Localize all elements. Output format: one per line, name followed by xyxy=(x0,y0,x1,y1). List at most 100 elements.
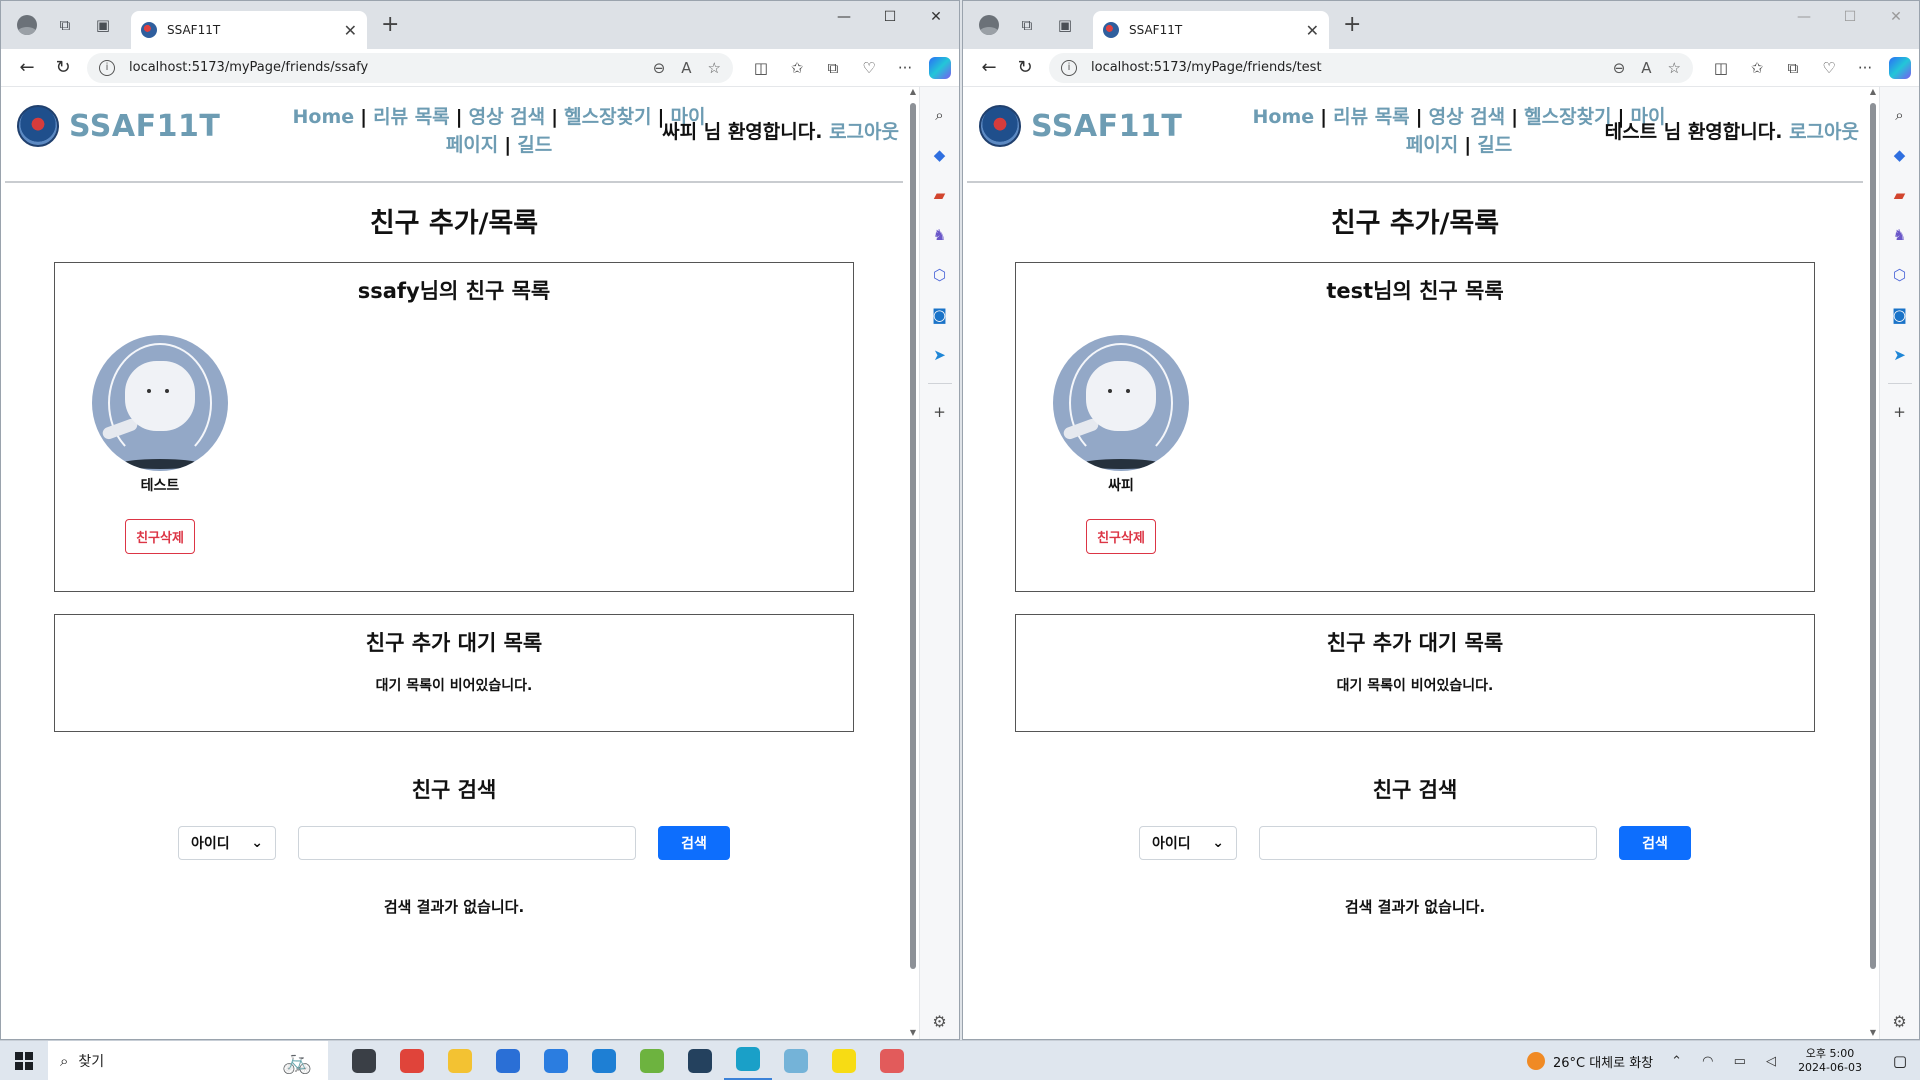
page-scrollbar[interactable]: ▲ ▼ xyxy=(1867,87,1879,1039)
sidebar-settings-gear-icon[interactable]: ⚙ xyxy=(1892,1012,1906,1031)
site-info-icon[interactable]: i xyxy=(99,59,115,76)
logout-link[interactable]: 로그아웃 xyxy=(1789,121,1859,143)
search-type-select[interactable]: 아이디 ⌄ xyxy=(1139,826,1237,860)
games-icon[interactable]: ♞ xyxy=(1886,221,1914,249)
more-menu-icon[interactable]: ··· xyxy=(887,53,923,83)
site-logo[interactable]: SSAF11T xyxy=(979,105,1182,147)
tools-briefcase-icon[interactable]: ▰ xyxy=(1886,181,1914,209)
new-tab-icon[interactable]: + xyxy=(381,12,399,37)
shopping-tag-icon[interactable]: ◆ xyxy=(926,141,954,169)
nav-home[interactable]: Home xyxy=(293,106,355,128)
add-sidebar-app-icon[interactable]: + xyxy=(1886,398,1914,426)
edge-taskbar-icon[interactable] xyxy=(724,1041,772,1080)
browser-tab[interactable]: SSAF11T ✕ xyxy=(1093,11,1329,49)
maximize-icon[interactable]: ☐ xyxy=(1827,1,1873,33)
nav-gym-finder[interactable]: 헬스장찾기 xyxy=(1524,106,1611,128)
close-window-icon[interactable]: ✕ xyxy=(913,1,959,33)
nav-guild[interactable]: 길드 xyxy=(517,134,552,156)
outlook-icon[interactable]: ◙ xyxy=(926,301,954,329)
nav-video-search[interactable]: 영상 검색 xyxy=(469,106,546,128)
scrollbar-thumb[interactable] xyxy=(1870,103,1876,969)
microsoft365-icon[interactable]: ⬡ xyxy=(1886,261,1914,289)
search-input[interactable] xyxy=(1259,826,1597,860)
friend-avatar[interactable] xyxy=(92,335,228,471)
minimize-icon[interactable]: — xyxy=(821,1,867,33)
url-field[interactable]: i localhost:5173/myPage/friends/ssafy ⊖ … xyxy=(87,52,733,83)
favorite-star-icon[interactable]: ☆ xyxy=(1668,59,1681,77)
read-aloud-icon[interactable]: A xyxy=(1641,59,1651,77)
taskbar-search-box[interactable]: ⌕ 찾기 🚲 xyxy=(48,1040,328,1080)
tab-actions-icon[interactable]: ▣ xyxy=(91,13,115,37)
nav-home[interactable]: Home xyxy=(1253,106,1315,128)
logout-link[interactable]: 로그아웃 xyxy=(829,121,899,143)
search-icon[interactable]: ⌕ xyxy=(1886,101,1914,129)
profile-icon[interactable] xyxy=(15,13,39,37)
refresh-icon[interactable]: ↻ xyxy=(1007,53,1043,83)
chrome-taskbar-icon[interactable] xyxy=(388,1041,436,1080)
search-input[interactable] xyxy=(298,826,636,860)
games-icon[interactable]: ♞ xyxy=(926,221,954,249)
close-tab-icon[interactable]: ✕ xyxy=(344,21,357,40)
browser-tab[interactable]: SSAF11T ✕ xyxy=(131,11,367,49)
minimize-icon[interactable]: — xyxy=(1781,1,1827,33)
drop-icon[interactable]: ➤ xyxy=(1886,341,1914,369)
vscode-taskbar-icon[interactable] xyxy=(580,1041,628,1080)
delete-friend-button[interactable]: 친구삭제 xyxy=(1086,519,1156,554)
add-sidebar-app-icon[interactable]: + xyxy=(926,398,954,426)
workspaces-icon[interactable]: ⧉ xyxy=(1015,13,1039,37)
collections-icon[interactable]: ⧉ xyxy=(815,53,851,83)
tools-briefcase-icon[interactable]: ▰ xyxy=(926,181,954,209)
paint-app-taskbar-icon[interactable] xyxy=(868,1041,916,1080)
mysql-workbench-taskbar-icon[interactable] xyxy=(676,1041,724,1080)
tray-icons[interactable]: ⌃ ◠ ▭ ◁ xyxy=(1671,1054,1784,1069)
workspaces-icon[interactable]: ⧉ xyxy=(53,13,77,37)
notification-icon[interactable]: ▢ xyxy=(1880,1052,1920,1070)
back-icon[interactable]: ← xyxy=(971,53,1007,83)
drop-icon[interactable]: ➤ xyxy=(926,341,954,369)
read-aloud-icon[interactable]: A xyxy=(681,59,691,77)
close-window-icon[interactable]: ✕ xyxy=(1873,1,1919,33)
new-tab-icon[interactable]: + xyxy=(1343,12,1361,37)
zoom-icon[interactable]: ⊖ xyxy=(1613,59,1626,77)
close-tab-icon[interactable]: ✕ xyxy=(1306,21,1319,40)
weather-text[interactable]: 26°C 대체로 화창 xyxy=(1553,1052,1653,1071)
notepad-app-taskbar-icon[interactable] xyxy=(772,1041,820,1080)
search-type-select[interactable]: 아이디 ⌄ xyxy=(178,826,276,860)
browser-essentials-icon[interactable]: ♡ xyxy=(851,53,887,83)
search-icon[interactable]: ⌕ xyxy=(926,101,954,129)
outlook-icon[interactable]: ◙ xyxy=(1886,301,1914,329)
copilot-icon[interactable] xyxy=(1889,56,1911,79)
split-screen-icon[interactable]: ◫ xyxy=(1703,53,1739,83)
url-field[interactable]: i localhost:5173/myPage/friends/test ⊖ A… xyxy=(1049,52,1693,83)
split-screen-icon[interactable]: ◫ xyxy=(743,53,779,83)
clock[interactable]: 오후 5:00 2024-06-03 xyxy=(1798,1047,1862,1075)
kakaotalk-taskbar-icon[interactable] xyxy=(820,1041,868,1080)
site-info-icon[interactable]: i xyxy=(1061,59,1077,76)
task-view-taskbar-icon[interactable] xyxy=(340,1041,388,1080)
page-scrollbar[interactable]: ▲ ▼ xyxy=(907,87,919,1039)
nav-gym-finder[interactable]: 헬스장찾기 xyxy=(564,106,651,128)
nav-reviews[interactable]: 리뷰 목록 xyxy=(373,106,450,128)
microsoft365-icon[interactable]: ⬡ xyxy=(926,261,954,289)
nav-video-search[interactable]: 영상 검색 xyxy=(1429,106,1506,128)
search-button[interactable]: 검색 xyxy=(1619,826,1691,860)
delete-friend-button[interactable]: 친구삭제 xyxy=(125,519,195,554)
copilot-icon[interactable] xyxy=(929,56,951,79)
zoom-icon[interactable]: ⊖ xyxy=(653,59,666,77)
more-menu-icon[interactable]: ··· xyxy=(1847,53,1883,83)
shopping-tag-icon[interactable]: ◆ xyxy=(1886,141,1914,169)
start-button[interactable] xyxy=(0,1041,48,1080)
site-logo[interactable]: SSAF11T xyxy=(17,105,220,147)
refresh-icon[interactable]: ↻ xyxy=(45,53,81,83)
weather-icon[interactable] xyxy=(1526,1052,1545,1070)
file-explorer-taskbar-icon[interactable] xyxy=(436,1041,484,1080)
nav-guild[interactable]: 길드 xyxy=(1477,134,1512,156)
spring-tools-taskbar-icon[interactable] xyxy=(628,1041,676,1080)
maximize-icon[interactable]: ☐ xyxy=(867,1,913,33)
sidebar-settings-gear-icon[interactable]: ⚙ xyxy=(932,1012,946,1031)
favorites-icon[interactable]: ✩ xyxy=(779,53,815,83)
tab-actions-icon[interactable]: ▣ xyxy=(1053,13,1077,37)
favorite-star-icon[interactable]: ☆ xyxy=(708,59,721,77)
scrollbar-thumb[interactable] xyxy=(910,103,916,969)
profile-icon[interactable] xyxy=(977,13,1001,37)
